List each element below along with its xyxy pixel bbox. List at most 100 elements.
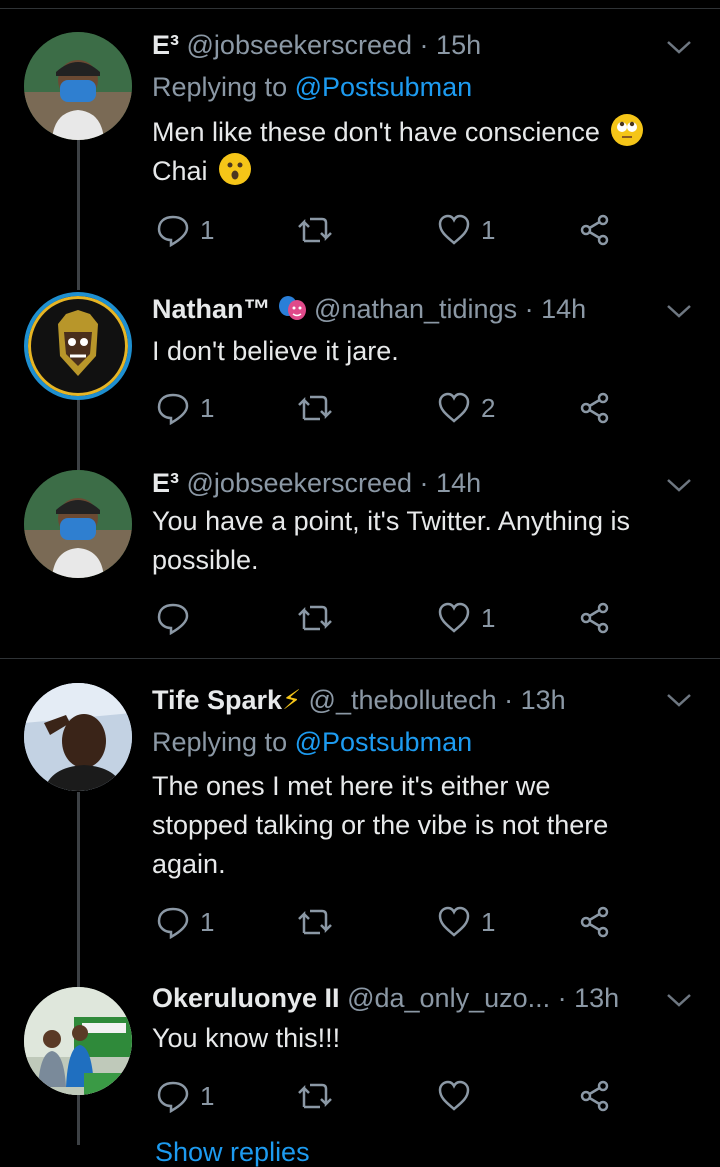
tweet-actions: 1 1 — [152, 210, 632, 250]
surprised-emoji — [219, 153, 252, 185]
user-handle[interactable]: @_thebollutech — [309, 685, 497, 715]
tweet-actions: 1 — [152, 1076, 632, 1116]
separator-dot: · — [412, 468, 437, 498]
like-button[interactable]: 1 — [437, 598, 495, 638]
mention-link[interactable]: @Postsubman — [295, 72, 473, 102]
tweet[interactable]: Nathan™ @nathan_tidings · 14h I don't be… — [0, 270, 720, 450]
chevron-down-icon[interactable] — [664, 689, 694, 711]
reply-button[interactable]: 1 — [156, 388, 214, 428]
replying-prefix: Replying to — [152, 72, 288, 102]
tweet-text-line: You know this!!! — [152, 1023, 341, 1053]
tweet-text-line: Men like these don't have conscience — [152, 117, 600, 147]
tweet-header: Tife Spark⚡ @_thebollutech · 13h — [152, 683, 660, 717]
avatar[interactable] — [24, 470, 132, 578]
share-icon — [580, 906, 609, 938]
tweet[interactable]: Tife Spark⚡ @_thebollutech · 13h Replyin… — [0, 659, 720, 959]
mention-link[interactable]: @Postsubman — [295, 727, 473, 757]
retweet-button[interactable] — [296, 902, 334, 942]
separator-dot: · — [412, 30, 437, 60]
timestamp[interactable]: 14h — [436, 468, 481, 498]
replying-to: Replying to @Postsubman — [152, 725, 472, 759]
tweet-text-line: The ones I met here it's either we — [152, 771, 551, 801]
reply-count: 1 — [200, 392, 215, 423]
like-icon — [438, 602, 470, 633]
tweet[interactable]: E³ @jobseekerscreed · 14h You have a poi… — [0, 450, 720, 658]
retweet-icon — [298, 605, 332, 631]
tweet-actions: 1 — [152, 598, 632, 638]
like-button[interactable] — [437, 1076, 471, 1116]
eye-roll-emoji — [611, 114, 644, 146]
retweet-icon — [298, 1083, 332, 1109]
lightning-icon: ⚡ — [282, 685, 302, 715]
retweet-icon — [298, 217, 332, 243]
reply-count: 1 — [200, 1080, 215, 1111]
avatar[interactable] — [24, 683, 132, 791]
reply-button[interactable]: 1 — [156, 902, 214, 942]
user-handle[interactable]: @jobseekerscreed — [187, 468, 413, 498]
like-icon — [438, 1080, 470, 1111]
tweet-text-line: I don't believe it jare. — [152, 336, 399, 366]
replying-to: Replying to @Postsubman — [152, 70, 472, 104]
like-button[interactable]: 1 — [437, 902, 495, 942]
tweet-text-line: You have a point, it's Twitter. Anything… — [152, 506, 630, 536]
display-name[interactable]: Okeruluonye II — [152, 983, 340, 1013]
reply-count: 1 — [200, 906, 215, 937]
display-name[interactable]: Tife Spark — [152, 685, 282, 715]
share-button[interactable] — [578, 1076, 612, 1116]
tweet-text: The ones I met here it's either we stopp… — [152, 767, 700, 884]
replying-prefix: Replying to — [152, 727, 288, 757]
reply-button[interactable]: 1 — [156, 210, 214, 250]
reply-button[interactable]: 1 — [156, 1076, 214, 1116]
like-icon — [438, 214, 470, 245]
avatar[interactable] — [24, 32, 132, 140]
retweet-button[interactable] — [296, 388, 334, 428]
user-handle[interactable]: @nathan_tidings — [314, 294, 517, 324]
like-icon — [438, 392, 470, 423]
tweet[interactable]: E³ @jobseekerscreed · 15h Replying to @P… — [0, 0, 720, 270]
chevron-down-icon[interactable] — [664, 300, 694, 322]
separator-dot: · — [550, 983, 575, 1013]
timestamp[interactable]: 15h — [436, 30, 481, 60]
retweet-button[interactable] — [296, 598, 334, 638]
chevron-down-icon[interactable] — [664, 989, 694, 1011]
share-button[interactable] — [578, 598, 612, 638]
retweet-button[interactable] — [296, 1076, 334, 1116]
like-count: 2 — [481, 392, 496, 423]
timestamp[interactable]: 14h — [541, 294, 586, 324]
display-name[interactable]: E³ — [152, 468, 179, 498]
theater-masks-icon — [277, 294, 307, 326]
tweet-text: Men like these don't have conscience Cha… — [152, 113, 700, 191]
tweet-text-line: possible. — [152, 545, 259, 575]
like-button[interactable]: 2 — [437, 388, 495, 428]
user-handle[interactable]: @da_only_uzo... — [347, 983, 550, 1013]
tweet-text-line: Chai — [152, 156, 208, 186]
like-icon — [438, 906, 470, 937]
chevron-down-icon[interactable] — [664, 36, 694, 58]
display-name[interactable]: Nathan™ — [152, 294, 271, 324]
reply-button[interactable] — [156, 598, 190, 638]
share-button[interactable] — [578, 902, 612, 942]
display-name[interactable]: E³ — [152, 30, 179, 60]
show-replies-link[interactable]: Show replies — [155, 1137, 310, 1167]
like-button[interactable]: 1 — [437, 210, 495, 250]
timestamp[interactable]: 13h — [521, 685, 566, 715]
share-icon — [580, 1080, 609, 1112]
user-handle[interactable]: @jobseekerscreed — [187, 30, 413, 60]
like-count: 1 — [481, 602, 496, 633]
share-button[interactable] — [578, 388, 612, 428]
tweet-text: I don't believe it jare. — [152, 332, 700, 371]
avatar[interactable] — [24, 292, 132, 400]
like-count: 1 — [481, 906, 496, 937]
tweet-actions: 1 2 — [152, 388, 632, 428]
timestamp[interactable]: 13h — [574, 983, 619, 1013]
share-button[interactable] — [578, 210, 612, 250]
retweet-button[interactable] — [296, 210, 334, 250]
chevron-down-icon[interactable] — [664, 474, 694, 496]
avatar[interactable] — [24, 987, 132, 1095]
tweet-text-line: stopped talking or the vibe is not there — [152, 810, 609, 840]
reply-icon — [157, 907, 189, 939]
separator-dot: · — [496, 685, 521, 715]
share-icon — [580, 392, 609, 424]
tweet[interactable]: Okeruluonye II @da_only_uzo... · 13h You… — [0, 959, 720, 1129]
reply-icon — [157, 393, 189, 425]
